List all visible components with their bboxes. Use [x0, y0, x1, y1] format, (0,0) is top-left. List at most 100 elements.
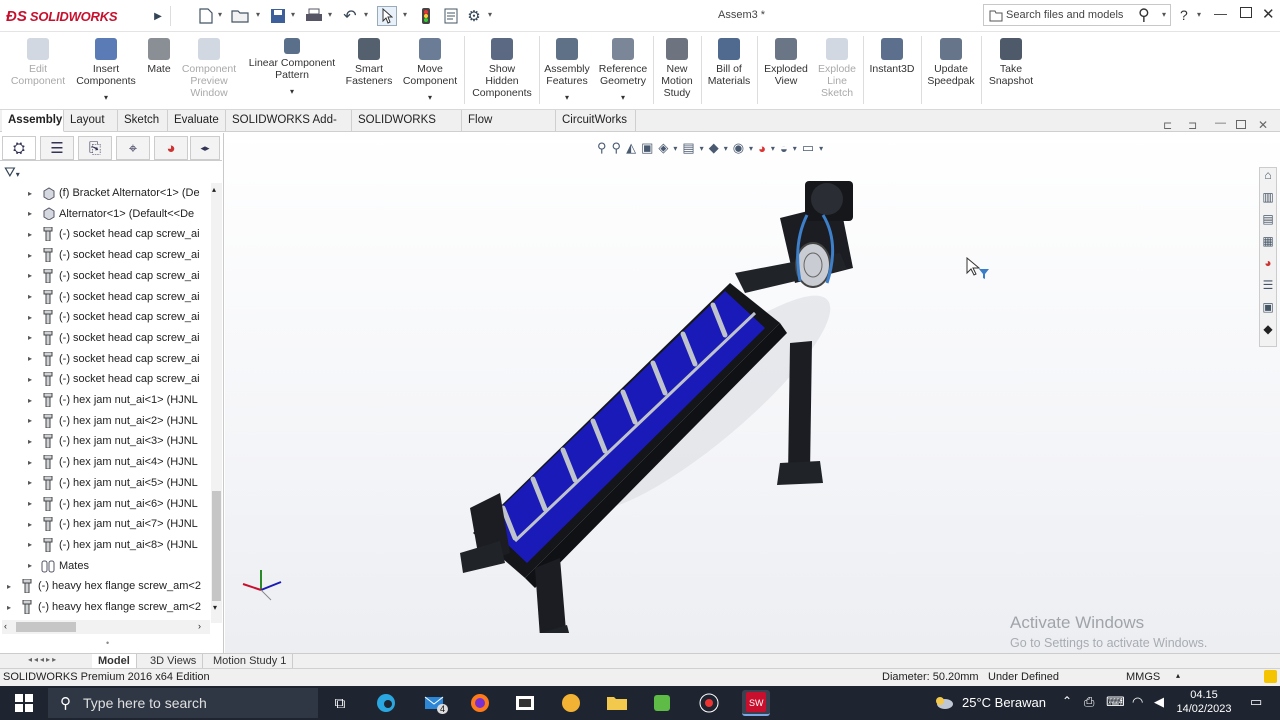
dynamic-annotation-icon[interactable]: ◈ — [658, 140, 668, 156]
meet-now-icon[interactable]: ⎙ — [1084, 694, 1094, 710]
rebuild-traffic-light-icon[interactable] — [416, 6, 436, 26]
tab-layout[interactable]: Layout — [64, 110, 118, 132]
expand-arrow-icon[interactable]: ▸ — [25, 251, 35, 260]
screw-conveyor-model[interactable] — [455, 173, 895, 633]
file-properties-icon[interactable] — [441, 6, 461, 26]
network-icon[interactable]: ⌨ — [1106, 694, 1125, 710]
move-component-button[interactable]: Move Component ▾ — [398, 36, 462, 104]
previous-view-icon[interactable]: ◭ — [626, 140, 636, 156]
chevron-down-icon[interactable]: ▾ — [72, 92, 140, 104]
clock[interactable]: 04.15 14/02/2023 — [1176, 689, 1232, 715]
tree-item[interactable]: ▸ Mates — [25, 556, 210, 576]
chevron-down-icon[interactable]: ▾ — [328, 10, 332, 19]
tree-item[interactable]: ▸ (f) Bracket Alternator<1> (De — [25, 183, 210, 203]
chevron-down-icon[interactable]: ▾ — [291, 10, 295, 19]
panel-tabs-scroll-icon[interactable]: ◂▸ — [190, 136, 220, 160]
expand-arrow-icon[interactable]: ▸ — [25, 313, 35, 322]
app-icon-green[interactable] — [648, 690, 676, 716]
display-manager-icon[interactable]: ◕ — [154, 136, 188, 160]
solidworks-logo[interactable]: ƉS SOLIDWORKS — [6, 4, 118, 28]
view-palette-icon[interactable]: ▣ — [1260, 300, 1276, 322]
chevron-down-icon[interactable]: ▾ — [364, 10, 368, 19]
zoom-to-fit-icon[interactable]: ⚲ — [597, 140, 607, 156]
tab-scroll-icon[interactable]: ◂◂◂▸▸ — [28, 655, 58, 664]
save-icon[interactable] — [268, 6, 288, 26]
update-speedpak-button[interactable]: Update Speedpak — [924, 36, 978, 87]
expand-arrow-icon[interactable]: ▸ — [25, 292, 35, 301]
chevron-down-icon[interactable]: ▾ — [793, 144, 797, 153]
restore-icon[interactable] — [1240, 7, 1252, 18]
scrollbar-thumb[interactable] — [212, 491, 221, 601]
graphics-area[interactable]: ⚲ ⚲ ◭ ▣ ◈ ▾ ▤ ▾ ◆ ▾ ◉ ▾ ◕ ▾ ◒ ▾ ▭ ▾ ⊏ ⊐ — ✕ — [225, 117, 1280, 653]
smart-fasteners-button[interactable]: Smart Fasteners — [342, 36, 396, 87]
tree-item[interactable]: ▸ (-) socket head cap screw_ai — [25, 349, 210, 369]
tree-item[interactable]: ▸ (-) hex jam nut_ai<4> (HJNL — [25, 452, 210, 472]
expand-arrow-icon[interactable]: ▸ — [25, 333, 35, 342]
expand-arrow-icon[interactable]: ▸ — [25, 458, 35, 467]
expand-arrow-icon[interactable]: ▸ — [25, 189, 35, 198]
tree-item[interactable]: ▸ (-) socket head cap screw_ai — [25, 307, 210, 327]
search-icon[interactable]: ⚲ — [1138, 5, 1150, 25]
notification-icon[interactable] — [1264, 670, 1277, 683]
weather-icon[interactable] — [930, 690, 958, 716]
tab-model[interactable]: Model — [92, 654, 137, 669]
design-library-icon[interactable]: ▤ — [1260, 212, 1276, 234]
tree-item[interactable]: ▸ (-) socket head cap screw_ai — [25, 328, 210, 348]
expand-arrow-icon[interactable]: ▸ — [25, 375, 35, 384]
expand-arrow-icon[interactable]: ▸ — [25, 209, 35, 218]
chevron-down-icon[interactable]: ▾ — [488, 10, 492, 19]
chevron-down-icon[interactable]: ▾ — [700, 144, 704, 153]
undo-icon[interactable]: ↶ — [340, 6, 360, 26]
insert-components-button[interactable]: Insert Components ▾ — [72, 36, 140, 104]
expand-arrow-icon[interactable]: ▸ — [25, 230, 35, 239]
tab-circuitworks[interactable]: CircuitWorks — [556, 110, 636, 132]
app-icon-orange[interactable] — [557, 690, 585, 716]
tree-vertical-scrollbar[interactable]: ▴ — [211, 183, 222, 623]
edge-browser-icon[interactable] — [372, 690, 400, 716]
chevron-down-icon[interactable]: ▾ — [403, 10, 407, 19]
tab-flow-simulation[interactable]: Flow Simulation — [462, 110, 556, 147]
chevron-right-icon[interactable]: › — [198, 621, 201, 631]
tree-item[interactable]: ▸ (-) heavy hex flange screw_am<2 — [4, 597, 210, 617]
viewport-close-icon[interactable]: ✕ — [1258, 118, 1268, 132]
notification-center-icon[interactable]: ▭ — [1250, 694, 1262, 710]
tree-item[interactable]: ▸ (-) hex jam nut_ai<1> (HJNL — [25, 390, 210, 410]
tree-item[interactable]: ▸ (-) socket head cap screw_ai — [25, 369, 210, 389]
wifi-icon[interactable]: ◠ — [1132, 694, 1143, 710]
dimxpert-icon[interactable]: ⌖ — [116, 136, 150, 160]
expand-arrow-icon[interactable]: ▸ — [25, 499, 35, 508]
mail-icon[interactable]: 4 — [420, 690, 449, 716]
file-explorer-icon[interactable] — [603, 690, 631, 716]
chevron-down-icon[interactable]: ▾ — [749, 144, 753, 153]
tree-item[interactable]: ▸ (-) socket head cap screw_ai — [25, 266, 210, 286]
tree-item[interactable]: ▸ (-) socket head cap screw_ai — [25, 245, 210, 265]
chevron-down-icon[interactable]: ▾ — [218, 10, 222, 19]
view-settings-icon[interactable]: ▭ — [802, 140, 814, 156]
tree-item[interactable]: ▸ (-) hex jam nut_ai<7> (HJNL — [25, 514, 210, 534]
property-manager-icon[interactable]: ☰ — [40, 136, 74, 160]
tab-solidworks-add-ins[interactable]: SOLIDWORKS Add-Ins — [226, 110, 352, 147]
chevron-down-icon[interactable]: ▾ — [819, 144, 823, 153]
section-view-icon[interactable]: ▣ — [641, 140, 653, 156]
component-preview-window-button[interactable]: Component Preview Window — [178, 36, 240, 99]
select-pointer-icon[interactable] — [377, 6, 397, 26]
expand-arrow-icon[interactable]: ▸ — [25, 561, 35, 570]
chevron-down-icon[interactable]: ▾ — [256, 10, 260, 19]
minimize-icon[interactable]: — — [1214, 6, 1227, 21]
print-icon[interactable] — [304, 6, 324, 26]
mate-button[interactable]: Mate — [142, 36, 176, 75]
expand-arrow-icon[interactable]: ▸ — [25, 520, 35, 529]
expand-arrow-icon[interactable]: ▸ — [4, 603, 14, 612]
options-gear-icon[interactable]: ⚙ — [464, 6, 484, 26]
apply-scene-icon[interactable]: ◒ — [780, 141, 788, 156]
explode-line-sketch-button[interactable]: Explode Line Sketch — [814, 36, 860, 99]
help-icon[interactable]: ? — [1180, 7, 1188, 23]
chevron-down-icon[interactable]: ▾ — [771, 144, 775, 153]
tree-item[interactable]: ▸ (-) hex jam nut_ai<2> (HJNL — [25, 411, 210, 431]
taskbar-search-box[interactable]: ⚲ Type here to search — [48, 688, 318, 718]
tab-solidworks-mbd[interactable]: SOLIDWORKS MBD — [352, 110, 462, 147]
app-icon-red[interactable] — [695, 690, 723, 716]
expand-arrow-icon[interactable]: ▸ — [25, 416, 35, 425]
file-explorer-icon[interactable]: ▦ — [1260, 234, 1276, 256]
tree-horizontal-scrollbar[interactable]: ‹ › — [2, 620, 210, 634]
